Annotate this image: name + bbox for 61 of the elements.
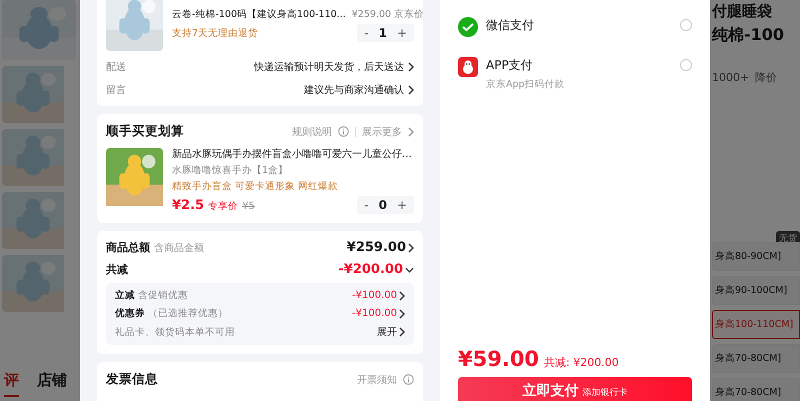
radio-button[interactable]: [680, 19, 692, 31]
original-price: ¥5: [242, 200, 255, 212]
price-drop-label: 降价: [755, 70, 778, 85]
tab[interactable]: 评: [4, 371, 19, 397]
chevron-right-icon: [408, 242, 414, 252]
product-spec: 水豚噜噜惊喜手办【1盒】: [172, 164, 290, 177]
discount-label: 共减: [106, 262, 128, 277]
size-option[interactable]: 身高80-90CM]: [712, 242, 800, 271]
size-option[interactable]: 身高100-110CM]: [712, 310, 800, 339]
total-amount[interactable]: ¥259.00: [346, 240, 406, 255]
quantity-stepper[interactable]: - 1 +: [357, 24, 414, 42]
discount-note: 含促销优惠: [138, 290, 188, 301]
info-icon: [403, 374, 414, 385]
product-spec: 云卷-纯棉-100码【建议身高100-110...: [172, 8, 346, 21]
discount-value[interactable]: -¥100.00: [352, 290, 397, 301]
expand-link[interactable]: 展开: [377, 325, 397, 339]
size-option[interactable]: 身高70-80CM]: [712, 378, 800, 401]
pay-now-button[interactable]: 立即支付 添加银行卡: [458, 377, 692, 401]
row-label: 配送: [106, 61, 126, 74]
chevron-down-icon: [405, 266, 414, 272]
radio-button[interactable]: [680, 59, 692, 71]
tab[interactable]: 店铺: [37, 371, 67, 397]
section-title: 发票信息: [106, 371, 158, 388]
total-label: 商品总额: [106, 241, 150, 254]
return-policy: 支持7天无理由退货: [172, 26, 258, 40]
saved-amount: 共减: ¥200.00: [544, 355, 619, 370]
product-subtitle: 纯棉-100: [712, 25, 786, 46]
pay-amount: ¥59.00: [458, 347, 540, 371]
discount-amount[interactable]: -¥200.00: [338, 262, 403, 277]
payment-method-name: 微信支付: [486, 17, 535, 34]
discount-type: 优惠券: [115, 308, 145, 319]
chevron-right-icon: [408, 85, 414, 95]
gift-card-note: 礼品卡、领货码本单不可用: [115, 326, 235, 338]
size-option[interactable]: 身高70-80CM]: [712, 344, 800, 373]
product-price: ¥2.5: [172, 198, 204, 212]
price-label: 京东价: [394, 9, 424, 20]
show-more-link[interactable]: 展示更多: [362, 124, 402, 138]
discount-type: 立减: [115, 290, 135, 301]
product-title: 付腿睡袋: [712, 2, 773, 21]
discount-value[interactable]: -¥100.00: [352, 308, 397, 319]
info-icon: [338, 126, 349, 137]
dog-icon: [458, 57, 478, 77]
chevron-right-icon: [408, 126, 414, 136]
discount-note: （已选推荐优惠）: [148, 308, 228, 319]
quantity-stepper[interactable]: - 0 +: [357, 196, 414, 214]
row-value[interactable]: 建议先与商家沟通确认: [304, 83, 404, 97]
price-label: 专享价: [208, 200, 238, 212]
section-title: 顺手买更划算: [106, 123, 184, 140]
payment-method-note: 京东App扫码付款: [486, 78, 566, 91]
rules-link[interactable]: 规则说明: [292, 124, 332, 138]
row-value[interactable]: 快递运输预计明天发货，后天送达: [254, 60, 404, 74]
payment-method-name: APP支付: [486, 57, 534, 74]
total-note: 含商品金额: [154, 243, 204, 254]
product-tags: 精致手办盲盒 可爱卡通形象 网红爆款: [172, 180, 414, 193]
sales-count: 1000+: [712, 71, 750, 84]
invoice-notice-link[interactable]: 开票须知: [357, 372, 397, 386]
row-label: 留言: [106, 84, 126, 97]
product-price: ¥259.00: [352, 9, 392, 20]
size-option[interactable]: 身高90-100CM]: [712, 276, 800, 305]
product-title: 新品水豚玩偶手办摆件盲盒小噜噜可爱六一儿童公仔…: [172, 148, 413, 161]
chevron-right-icon: [408, 62, 414, 72]
